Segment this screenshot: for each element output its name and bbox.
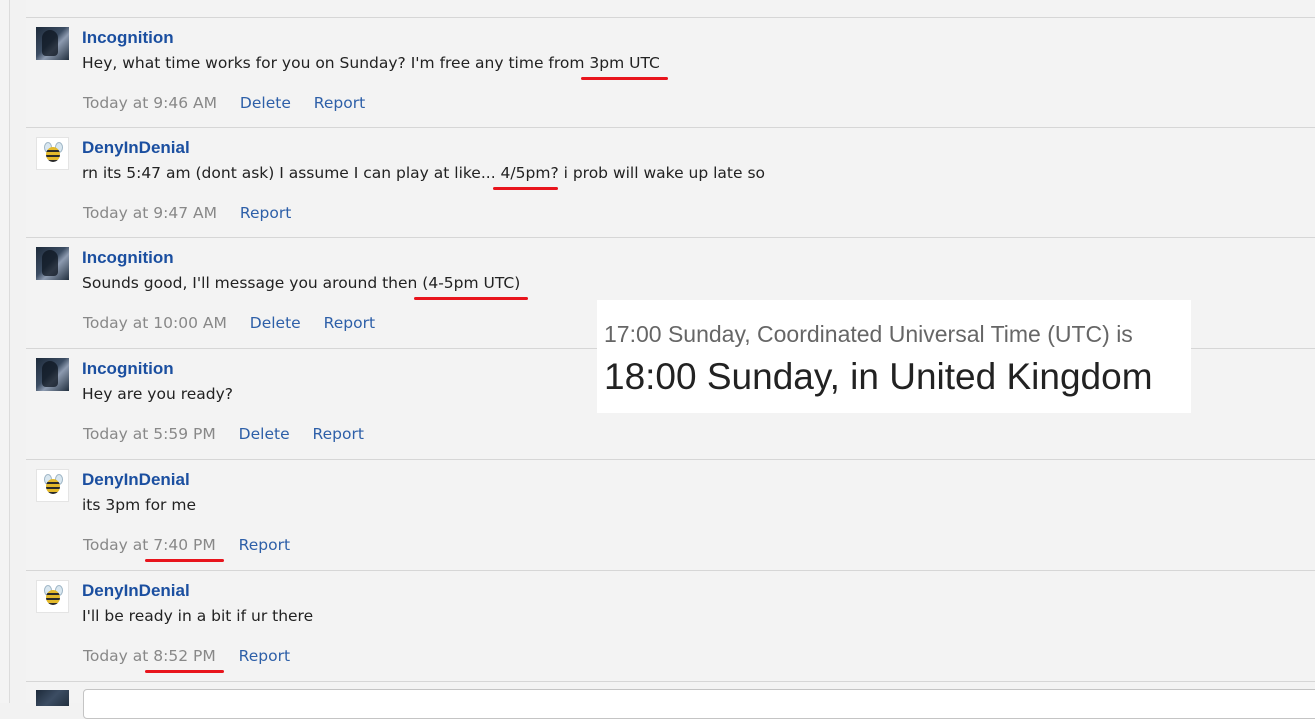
message-text: I'll be ready in a bit if ur there: [82, 607, 314, 625]
time-conversion-panel: 17:00 Sunday, Coordinated Universal Time…: [597, 300, 1191, 413]
message-meta: Today at 8:52 PM Report: [83, 647, 290, 673]
report-link[interactable]: Report: [239, 647, 290, 665]
message-text: Hey, what time works for you on Sunday? …: [82, 54, 669, 80]
delete-link[interactable]: Delete: [239, 425, 290, 443]
message-text: Hey are you ready?: [82, 385, 233, 403]
user-avatar[interactable]: [36, 27, 69, 60]
message-item: DenyInDenial rn its 5:47 am (dont ask) I…: [26, 127, 1315, 237]
user-avatar[interactable]: [36, 469, 69, 502]
timestamp: Today at 5:59 PM: [83, 425, 216, 443]
user-avatar: [36, 690, 69, 706]
reply-composer: [26, 681, 1315, 719]
report-link[interactable]: Report: [239, 536, 290, 554]
timestamp: Today at 10:00 AM: [83, 314, 227, 332]
conversion-result-time: 18:00 Sunday, in United Kingdom: [604, 356, 1153, 397]
delete-link[interactable]: Delete: [240, 94, 291, 112]
message-meta: Today at 5:59 PM Delete Report: [83, 425, 364, 443]
username-link[interactable]: DenyInDenial: [82, 138, 190, 158]
username-link[interactable]: Incognition: [82, 359, 174, 379]
highlighted-time: 3pm UTC: [581, 54, 669, 80]
timestamp: Today at 9:46 AM: [83, 94, 217, 112]
user-avatar[interactable]: [36, 580, 69, 613]
user-avatar[interactable]: [36, 247, 69, 280]
timestamp: Today at 7:40 PM: [83, 536, 225, 562]
message-item: Incognition Hey, what time works for you…: [26, 17, 1315, 127]
timestamp: Today at 9:47 AM: [83, 204, 217, 222]
message-meta: Today at 7:40 PM Report: [83, 536, 290, 562]
report-link[interactable]: Report: [313, 425, 364, 443]
username-link[interactable]: DenyInDenial: [82, 581, 190, 601]
message-text: its 3pm for me: [82, 496, 196, 514]
username-link[interactable]: DenyInDenial: [82, 470, 190, 490]
conversion-source-time: 17:00 Sunday, Coordinated Universal Time…: [604, 321, 1133, 347]
message-text: Sounds good, I'll message you around the…: [82, 274, 529, 300]
message-meta: Today at 10:00 AM Delete Report: [83, 314, 375, 332]
message-meta: Today at 9:46 AM Delete Report: [83, 94, 365, 112]
message-text: rn its 5:47 am (dont ask) I assume I can…: [82, 164, 766, 190]
message-meta: Today at 9:47 AM Report: [83, 204, 291, 222]
username-link[interactable]: Incognition: [82, 28, 174, 48]
left-rail: [0, 0, 10, 703]
delete-link[interactable]: Delete: [250, 314, 301, 332]
highlighted-timestamp: 7:40 PM: [145, 536, 225, 562]
username-link[interactable]: Incognition: [82, 248, 174, 268]
user-avatar[interactable]: [36, 358, 69, 391]
report-link[interactable]: Report: [324, 314, 375, 332]
timestamp: Today at 8:52 PM: [83, 647, 225, 673]
message-item: DenyInDenial its 3pm for me Today at 7:4…: [26, 459, 1315, 569]
report-link[interactable]: Report: [314, 94, 365, 112]
highlighted-time: 4/5pm: [492, 164, 559, 190]
message-item: DenyInDenial I'll be ready in a bit if u…: [26, 570, 1315, 680]
reply-input[interactable]: [83, 689, 1315, 719]
highlighted-time: (4-5pm UTC): [414, 274, 529, 300]
report-link[interactable]: Report: [240, 204, 291, 222]
highlighted-timestamp: 8:52 PM: [145, 647, 225, 673]
user-avatar[interactable]: [36, 137, 69, 170]
